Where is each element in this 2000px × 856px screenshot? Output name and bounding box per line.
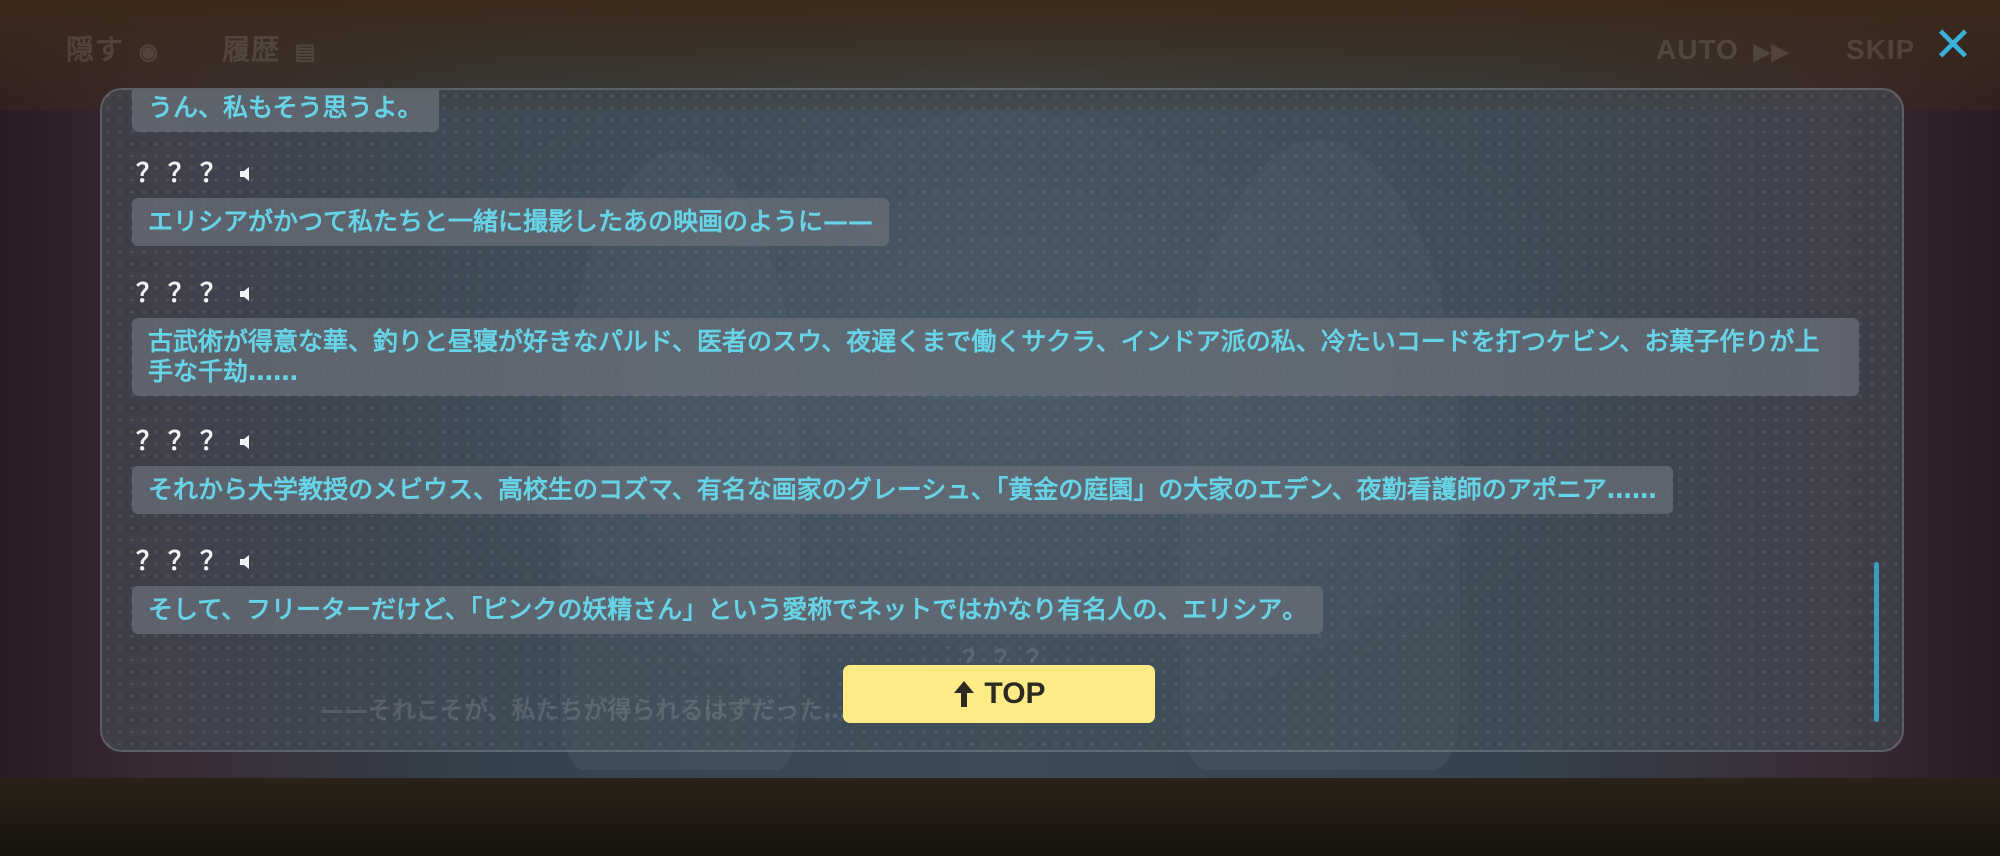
speaker-name: ？？？	[136, 427, 233, 457]
speaker-row: ？？？	[136, 156, 889, 192]
dialogue-text: うん、私もそう思うよ。	[132, 90, 439, 132]
dialogue-text: それから大学教授のメビウス、高校生のコズマ、有名な画家のグレーシュ、「黄金の庭園…	[132, 466, 1673, 514]
speaker-row: ？？？	[136, 544, 1323, 580]
speaker-name: ？？？	[136, 547, 233, 577]
auto-label: AUTO	[1656, 34, 1739, 65]
arrow-up-icon	[954, 681, 975, 707]
hide-button[interactable]: 隠す ◉	[66, 30, 159, 70]
speaker-name: ？？？	[136, 159, 233, 189]
scroll-to-top-button[interactable]: TOP	[843, 665, 1155, 723]
log-entry: ？？？ エリシアがかつて私たちと一緒に撮影したあの映画のように——	[132, 156, 890, 246]
skip-button[interactable]: SKIP	[1846, 30, 1915, 70]
dialogue-text: 古武術が得意な華、釣りと昼寝が好きなパルド、医者のスウ、夜遅くまで働くサクラ、イ…	[132, 318, 1859, 396]
speaker-voice-icon[interactable]	[238, 285, 254, 303]
dialogue-text: エリシアがかつて私たちと一緒に撮影したあの映画のように——	[132, 198, 890, 246]
fast-forward-icon: ▶▶	[1753, 39, 1790, 64]
background-floor	[0, 778, 2000, 856]
speaker-name: ？？？	[136, 279, 233, 309]
log-entry: ？？？ そして、フリーターだけど、「ピンクの妖精さん」という愛称でネットではかな…	[132, 544, 1324, 634]
auto-button[interactable]: AUTO ▶▶	[1656, 30, 1789, 70]
speaker-voice-icon[interactable]	[238, 553, 254, 571]
dialogue-log-panel[interactable]: ？？？ ——それこそが、私たちが得られるはずだった……でしょ？ うん、私もそう思…	[100, 88, 1904, 752]
log-entry: ？？？ 古武術が得意な華、釣りと昼寝が好きなパルド、医者のスウ、夜遅くまで働くサ…	[132, 276, 1859, 396]
log-scrollbar[interactable]	[1874, 562, 1879, 722]
skip-label: SKIP	[1846, 34, 1916, 65]
speaker-voice-icon[interactable]	[238, 165, 254, 183]
history-label: 履歴	[222, 34, 281, 65]
speaker-row: ？？？	[136, 276, 1859, 312]
dialogue-text: そして、フリーターだけど、「ピンクの妖精さん」という愛称でネットではかなり有名人…	[132, 586, 1324, 634]
eye-icon: ◉	[138, 39, 159, 64]
speaker-row: ？？？	[136, 424, 1673, 460]
history-icon: ▤	[294, 39, 317, 64]
hide-label: 隠す	[66, 34, 125, 65]
speaker-voice-icon[interactable]	[238, 433, 254, 451]
log-entry: ？？？ それから大学教授のメビウス、高校生のコズマ、有名な画家のグレーシュ、「黄…	[132, 424, 1673, 514]
history-button[interactable]: 履歴 ▤	[222, 30, 317, 70]
close-icon[interactable]: ✕	[1928, 20, 1978, 70]
log-entry: うん、私もそう思うよ。	[132, 90, 439, 132]
top-button-label: TOP	[984, 677, 1046, 710]
